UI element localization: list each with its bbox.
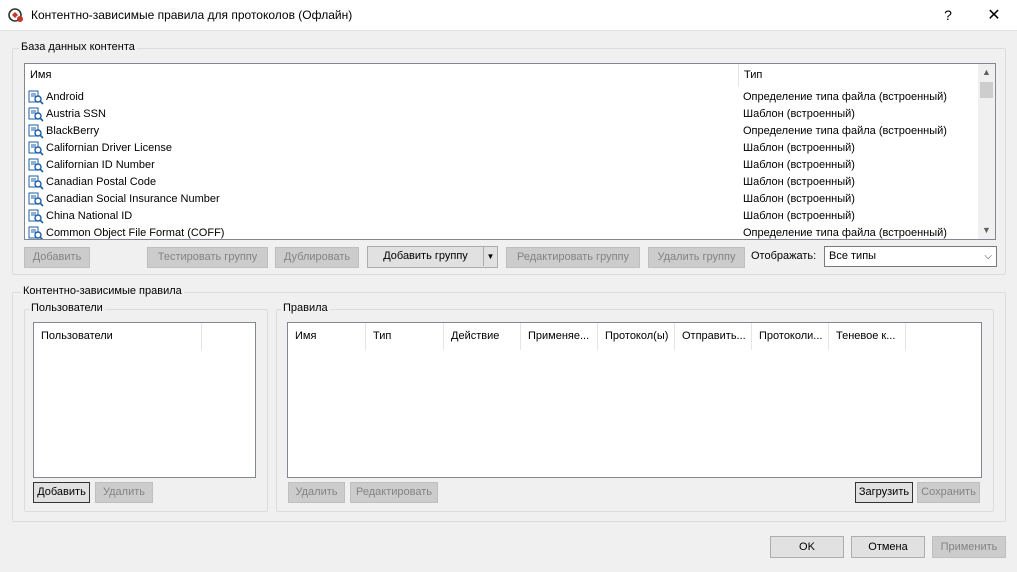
content-search-icon xyxy=(28,124,44,139)
chevron-down-icon: ⌵ xyxy=(984,251,992,262)
content-row-type: Шаблон (встроенный) xyxy=(743,210,855,222)
content-search-icon xyxy=(28,90,44,105)
column-header-type[interactable]: Тип xyxy=(739,64,979,87)
display-filter-value: Все типы xyxy=(829,250,877,262)
content-row-name: Californian ID Number xyxy=(46,159,155,171)
content-search-icon xyxy=(28,107,44,122)
content-row-type: Определение типа файла (встроенный) xyxy=(743,227,947,239)
content-row-name: China National ID xyxy=(46,210,133,222)
add-group-label: Добавить группу xyxy=(383,250,468,262)
content-row-name: BlackBerry xyxy=(46,125,100,137)
content-search-icon xyxy=(28,175,44,190)
save-rules-button[interactable]: Сохранить xyxy=(917,482,980,503)
content-row[interactable]: Austria SSN Шаблон (встроенный) xyxy=(25,106,977,123)
add-content-button[interactable]: Добавить xyxy=(24,247,90,268)
load-rules-button[interactable]: Загрузить xyxy=(855,482,913,503)
content-db-list[interactable]: Имя Тип Android Определение типа файла (в… xyxy=(24,63,996,240)
edit-group-button[interactable]: Редактировать группу xyxy=(506,247,640,268)
content-row-name: Austria SSN xyxy=(46,108,106,120)
content-db-group-label: База данных контента xyxy=(19,41,137,53)
vertical-scrollbar[interactable]: ▲ ▼ xyxy=(978,64,995,239)
column-header-send[interactable]: Отправить... xyxy=(675,323,752,350)
dropdown-arrow-icon[interactable]: ▼ xyxy=(483,247,497,266)
content-row-name: Common Object File Format (COFF) xyxy=(46,227,225,239)
content-row[interactable]: Californian ID Number Шаблон (встроенный) xyxy=(25,157,977,174)
column-header-logging[interactable]: Протоколи... xyxy=(752,323,829,350)
apply-button[interactable]: Применить xyxy=(932,536,1006,558)
delete-user-button[interactable]: Удалить xyxy=(95,482,153,503)
content-search-icon xyxy=(28,141,44,156)
column-header-rule-name[interactable]: Имя xyxy=(288,323,366,350)
ok-button[interactable]: OK xyxy=(770,536,844,558)
content-db-header: Имя Тип xyxy=(25,64,979,87)
column-header-action[interactable]: Действие xyxy=(444,323,521,350)
content-row-name: Californian Driver License xyxy=(46,142,172,154)
column-header-rule-type[interactable]: Тип xyxy=(366,323,444,350)
content-search-icon xyxy=(28,209,44,224)
rules-list[interactable]: Имя Тип Действие Применяе... Протокол(ы)… xyxy=(287,322,982,478)
content-row[interactable]: Android Определение типа файла (встроенны… xyxy=(25,89,977,106)
content-row[interactable]: Canadian Social Insurance Number Шаблон (… xyxy=(25,191,977,208)
scroll-up-icon[interactable]: ▲ xyxy=(978,64,995,81)
content-row-type: Шаблон (встроенный) xyxy=(743,142,855,154)
rules-header: Имя Тип Действие Применяе... Протокол(ы)… xyxy=(288,323,981,350)
content-row[interactable]: Common Object File Format (COFF) Определе… xyxy=(25,225,977,239)
add-user-button[interactable]: Добавить xyxy=(33,482,90,503)
rules-section-label: Контентно-зависимые правила xyxy=(21,285,184,297)
content-row-name: Android xyxy=(46,91,84,103)
content-search-icon xyxy=(28,192,44,207)
content-row-name: Canadian Social Insurance Number xyxy=(46,193,220,205)
close-button[interactable]: ✕ xyxy=(971,0,1017,31)
content-row[interactable]: Californian Driver License Шаблон (встрое… xyxy=(25,140,977,157)
scroll-thumb[interactable] xyxy=(980,82,993,98)
content-row-type: Определение типа файла (встроенный) xyxy=(743,91,947,103)
scroll-down-icon[interactable]: ▼ xyxy=(978,222,995,239)
edit-rule-button[interactable]: Редактировать xyxy=(350,482,438,503)
delete-group-button[interactable]: Удалить группу xyxy=(648,247,745,268)
display-filter-select[interactable]: Все типы ⌵ xyxy=(824,246,997,267)
content-row-type: Шаблон (встроенный) xyxy=(743,108,855,120)
test-group-button[interactable]: Тестировать группу xyxy=(147,247,268,268)
column-header-users[interactable]: Пользователи xyxy=(34,323,202,350)
users-group-label: Пользователи xyxy=(29,302,105,314)
title-bar: Контентно-зависимые правила для протокол… xyxy=(0,0,1017,31)
window-title: Контентно-зависимые правила для протокол… xyxy=(31,8,353,22)
content-row-type: Шаблон (встроенный) xyxy=(743,176,855,188)
content-search-icon xyxy=(28,226,44,239)
column-header-applies[interactable]: Применяе... xyxy=(521,323,598,350)
help-button[interactable]: ? xyxy=(925,0,971,31)
column-header-protocols[interactable]: Протокол(ы) xyxy=(598,323,675,350)
duplicate-button[interactable]: Дублировать xyxy=(275,247,359,268)
content-row[interactable]: Canadian Postal Code Шаблон (встроенный) xyxy=(25,174,977,191)
content-row-name: Canadian Postal Code xyxy=(46,176,157,188)
column-header-name[interactable]: Имя xyxy=(25,64,739,87)
content-row[interactable]: China National ID Шаблон (встроенный) xyxy=(25,208,977,225)
delete-rule-button[interactable]: Удалить xyxy=(288,482,345,503)
display-label: Отображать: xyxy=(751,250,817,262)
content-row-type: Шаблон (встроенный) xyxy=(743,193,855,205)
users-list[interactable]: Пользователи xyxy=(33,322,256,478)
column-header-shadow[interactable]: Теневое к... xyxy=(829,323,906,350)
users-header: Пользователи xyxy=(34,323,255,350)
content-search-icon xyxy=(28,158,44,173)
app-shield-icon xyxy=(8,8,23,22)
content-row-type: Шаблон (встроенный) xyxy=(743,159,855,171)
rules-group-label: Правила xyxy=(281,302,330,314)
content-row[interactable]: BlackBerry Определение типа файла (встрое… xyxy=(25,123,977,140)
add-group-button[interactable]: Добавить группу ▼ xyxy=(367,246,498,268)
content-row-type: Определение типа файла (встроенный) xyxy=(743,125,947,137)
cancel-button[interactable]: Отмена xyxy=(851,536,925,558)
